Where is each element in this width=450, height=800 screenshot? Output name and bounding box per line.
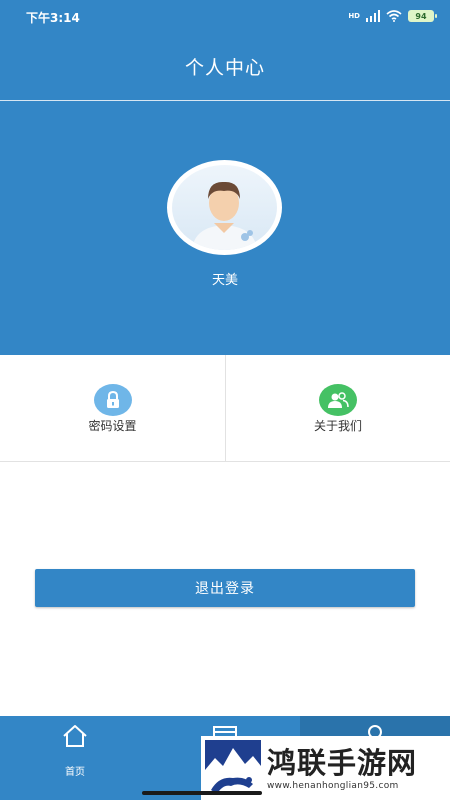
menu-grid: 密码设置 关于我们 <box>0 355 450 462</box>
battery-level: 94 <box>415 11 427 21</box>
status-time: 下午3:14 <box>26 11 80 25</box>
tab-home[interactable]: 首页 <box>0 716 150 800</box>
user-portrait-icon <box>192 181 257 250</box>
page-header: 个人中心 <box>0 32 450 100</box>
network-label: HD <box>348 12 360 20</box>
logout-button[interactable]: 退出登录 <box>35 569 415 607</box>
tab-home-label: 首页 <box>65 767 85 778</box>
home-indicator <box>142 791 262 795</box>
signal-icon <box>366 10 380 22</box>
battery-icon: 94 <box>408 10 437 22</box>
avatar-image <box>172 165 277 250</box>
home-icon <box>63 725 87 747</box>
lock-icon <box>93 384 132 416</box>
profile-screen: 下午3:14 HD 94 个人中心 天美 密码设置 关于我们 退出登录 首页 鸿… <box>0 0 450 800</box>
about-us-item[interactable]: 关于我们 <box>225 355 450 461</box>
watermark-url: www.henanhonglian95.com <box>267 781 399 791</box>
avatar[interactable] <box>167 160 282 255</box>
about-us-label: 关于我们 <box>313 419 362 433</box>
status-bar: 下午3:14 HD 94 <box>0 0 450 32</box>
status-icons: HD 94 <box>348 9 437 23</box>
users-icon <box>319 384 357 416</box>
profile-section: 天美 <box>0 101 450 355</box>
password-settings-item[interactable]: 密码设置 <box>0 355 225 461</box>
watermark-logo-icon <box>205 740 261 796</box>
page-title: 个人中心 <box>184 56 265 79</box>
password-settings-label: 密码设置 <box>88 419 137 433</box>
username: 天美 <box>211 273 238 288</box>
wifi-icon <box>386 10 402 22</box>
watermark-title: 鸿联手游网 <box>267 746 418 780</box>
